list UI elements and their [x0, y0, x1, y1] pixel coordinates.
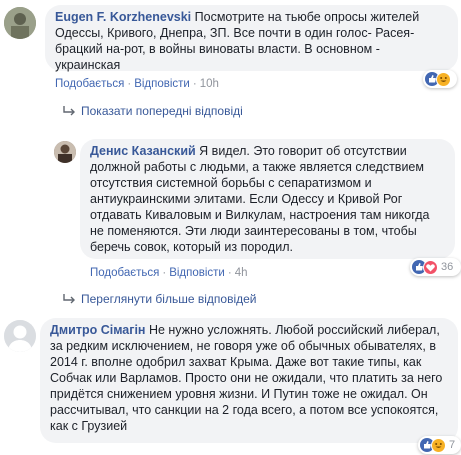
comment-bubble: Денис Казанский Я видел. Это говорит об … [80, 139, 455, 259]
reaction-summary[interactable]: 7 [418, 436, 461, 454]
comment-author[interactable]: Дмитро Сімагін [50, 323, 145, 337]
reaction-count: 36 [441, 261, 454, 273]
love-reaction-icon [423, 259, 438, 275]
show-previous-replies-link[interactable]: Показати попередні відповіді [62, 104, 243, 118]
reply-link[interactable]: Відповісти [134, 78, 190, 90]
reply-arrow-icon [62, 105, 76, 117]
comment-time[interactable]: 10h [200, 78, 219, 90]
show-more-label: Переглянути більше відповідей [81, 292, 257, 306]
reaction-count: 7 [449, 439, 456, 451]
avatar[interactable] [4, 320, 36, 352]
haha-reaction-icon [431, 437, 446, 453]
comment-body: Не нужно усложнять. Любой российский либ… [50, 323, 443, 433]
reply-arrow-icon [62, 293, 76, 305]
reaction-summary[interactable]: 36 [410, 258, 461, 276]
comment-actions: Подобається · Відповісти · 4h [90, 267, 248, 279]
comment-body: Я видел. Это говорит об отсутствии должн… [90, 144, 430, 254]
haha-reaction-icon [436, 71, 451, 87]
comment-text: Дмитро Сімагін Не нужно усложнять. Любой… [50, 322, 448, 434]
comment-author[interactable]: Eugen F. Korzhenevski [55, 10, 191, 24]
comment-text: Eugen F. Korzhenevski Посмотрите на тьюб… [55, 9, 448, 73]
comment-text: Денис Казанский Я видел. Это говорит об … [90, 143, 445, 255]
comment-bubble: Дмитро Сімагін Не нужно усложнять. Любой… [40, 318, 458, 443]
reply-link[interactable]: Відповісти [169, 267, 225, 279]
show-previous-label: Показати попередні відповіді [81, 104, 243, 118]
like-link[interactable]: Подобається [55, 78, 124, 90]
comment-author[interactable]: Денис Казанский [90, 144, 196, 158]
comment-time[interactable]: 4h [235, 267, 248, 279]
comment-actions: Подобається · Відповісти · 10h [55, 78, 219, 90]
avatar[interactable] [54, 141, 76, 163]
show-more-replies-link[interactable]: Переглянути більше відповідей [62, 292, 256, 306]
like-link[interactable]: Подобається [90, 267, 159, 279]
avatar[interactable] [4, 7, 36, 39]
reaction-summary[interactable] [423, 70, 457, 88]
comment-bubble: Eugen F. Korzhenevski Посмотрите на тьюб… [45, 5, 458, 73]
